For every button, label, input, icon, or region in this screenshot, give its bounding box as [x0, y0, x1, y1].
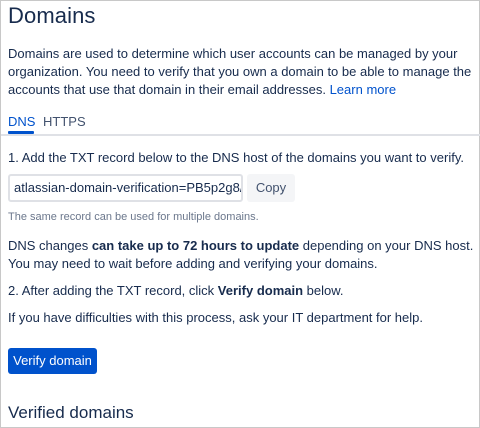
active-tab-indicator	[8, 131, 34, 134]
intro-text: Domains are used to determine which user…	[8, 46, 472, 97]
help-note: If you have difficulties with this proce…	[8, 310, 423, 325]
dns-changes-bold: can take up to 72 hours to update	[91, 238, 300, 253]
record-helper-text: The same record can be used for multiple…	[8, 211, 259, 223]
tab-bar: DNS HTTPS	[1, 110, 480, 136]
step-2-bold: Verify domain	[217, 283, 304, 298]
step-2-instruction: 2. After adding the TXT record, click Ve…	[8, 283, 344, 298]
step-2-suffix: below.	[303, 283, 344, 298]
step-2-prefix: 2. After adding the TXT record, click	[8, 283, 218, 298]
intro-paragraph: Domains are used to determine which user…	[8, 45, 478, 99]
page-title: Domains	[8, 3, 96, 28]
copy-button[interactable]: Copy	[247, 174, 295, 202]
tab-https[interactable]: HTTPS	[43, 114, 86, 129]
tab-dns[interactable]: DNS	[8, 114, 35, 129]
domains-page: Domains Domains are used to determine wh…	[1, 1, 480, 428]
dns-changes-prefix: DNS changes	[8, 238, 92, 253]
verified-domains-heading: Verified domains	[8, 403, 134, 422]
dns-changes-note: DNS changes can take up to 72 hours to u…	[8, 237, 478, 273]
verify-domain-button[interactable]: Verify domain	[8, 348, 97, 374]
txt-record-field[interactable]: atlassian-domain-verification=PB5p2g8/In…	[8, 174, 243, 202]
learn-more-link[interactable]: Learn more	[330, 82, 396, 97]
step-1-instruction: 1. Add the TXT record below to the DNS h…	[8, 150, 464, 165]
